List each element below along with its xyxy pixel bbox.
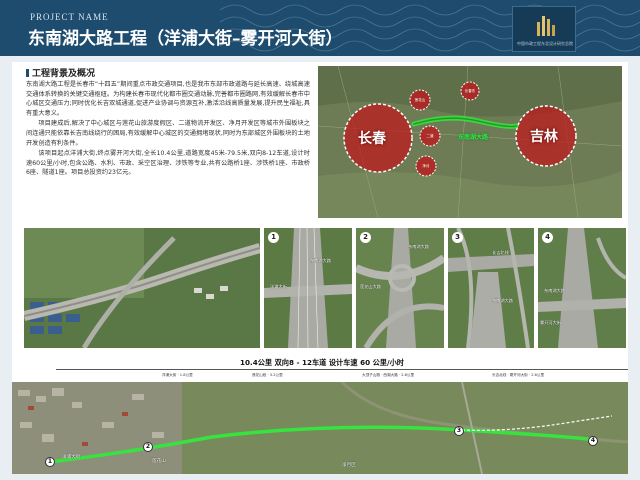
zone-label-1: 莲花山 [414,98,426,102]
photo-number-3: 3 [452,232,463,243]
logo-caption: 中国市政工程东北设计研究总院 [517,41,573,46]
city-label-jilin: 吉林 [530,129,558,145]
paragraph-1: 东南湖大路工程是长春市“十四五”期间重点市政交通项目,也是我市东部市政道路与延长… [26,81,310,117]
zone-label-4: 长春东 [464,89,476,93]
route-satellite-map: 1 2 3 4 洋浦大街 莲花山 净月区 [12,382,628,474]
aerial-overview-graphic [24,228,260,348]
zone-label-2: 二道 [426,134,434,138]
page-title: 东南湖大路工程（洋浦大街–雾开河大街） [28,29,343,49]
company-logo: 中国市政工程东北设计研究总院 [512,6,576,52]
photo-number-4: 4 [542,232,553,243]
regional-location-map: 长春 吉林 东南湖大路 莲花山 二道 净月 长春东 [318,66,622,218]
page-header: PROJECT NAME 东南湖大路工程（洋浦大街–雾开河大街） 中国市政工程东… [0,0,640,56]
aerial-photo-2: 2 东南湖大路 莲花山大路 [356,228,444,348]
photo-2-cross-label: 莲花山大路 [360,284,381,289]
place-label-2: 莲花山 [152,459,166,464]
route-divider-line [56,369,628,370]
photo-2-road-label: 东南湖大路 [408,244,429,249]
route-point-4: 4 [588,436,598,446]
route-summary-caption: 10.4公里 双向8 - 12车道 设计车速 60 公里/小时 [240,358,404,367]
route-point-2: 2 [143,442,153,452]
aerial-photo-4: 4 东南湖大路 雾开河大街 [538,228,626,348]
route-point-1: 1 [45,457,55,467]
photo-number-2: 2 [360,232,371,243]
section-label-2: 莲花山段 · 3.2公里 [252,373,283,377]
photo-1-cross-label: 洋浦大街 [270,284,287,289]
background-section-title: 工程背景及概况 [26,66,95,79]
aerial-photo-1: 1 东南湖大路 洋浦大街 [264,228,352,348]
photo-number-1: 1 [268,232,279,243]
title-marker [26,69,29,77]
photo-4-road-label: 东南湖大路 [544,288,565,293]
content-card: 工程背景及概况 东南湖大路工程是长春市“十四五”期间重点市政交通项目,也是我市东… [12,62,628,474]
section-label-4: 长吉北线 · 雾开河大街 · 2.6公里 [492,373,545,377]
photo-3-road-label: 东南湖大路 [492,298,513,303]
aerial-photo-overview [24,228,260,348]
paragraph-2: 项目建成后,解决了中心城区与莲花山旅游度假区、二道物流开发区、净月开发区等城市外… [26,120,310,147]
place-label-1: 洋浦大街 [62,455,81,460]
section-label-3: 大顶子山隧 · 西湖大路 · 2.8公里 [362,373,415,377]
route-point-3: 3 [454,426,464,436]
aerial-photo-3: 3 东南湖大路 长吉北线 [448,228,534,348]
section-label-1: 洋浦大街 · 1.8公里 [162,373,193,377]
project-description: 东南湖大路工程是长春市“十四五”期间重点市政交通项目,也是我市东部市政道路与延长… [26,80,310,179]
place-label-3: 净月区 [342,463,356,468]
city-label-changchun: 长春 [358,131,386,147]
project-name-label: PROJECT NAME [30,12,109,22]
aerial-photo-3-graphic [448,228,534,348]
photo-1-road-label: 东南湖大路 [310,258,331,263]
paragraph-3: 该项目起点洋浦大街,终点雾开河大街,全长10.4公里,道路宽度45米-79.5米… [26,150,310,177]
zone-label-3: 净月 [422,164,430,168]
road-label-dongnanhu: 东南湖大路 [458,134,489,141]
photo-4-cross-label: 雾开河大街 [540,320,561,325]
photo-3-cross-label: 长吉北线 [492,250,509,255]
building-logo-icon [537,16,555,36]
satellite-map-graphic [12,382,628,474]
